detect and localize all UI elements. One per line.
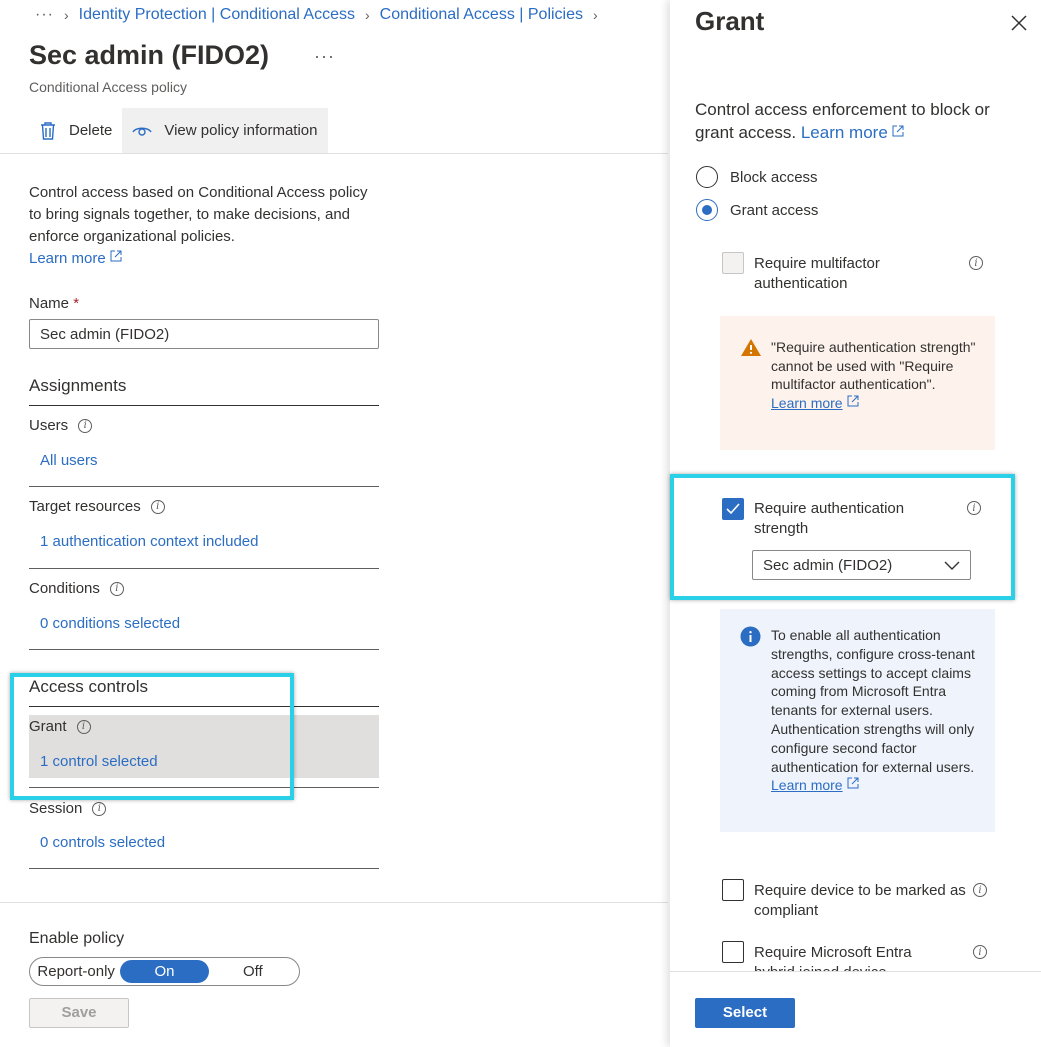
name-label: Name *: [29, 295, 79, 312]
breadcrumb: ··· › Identity Protection | Conditional …: [35, 6, 608, 24]
target-resources-divider: [29, 568, 379, 569]
external-link-icon: [847, 395, 859, 406]
panel-title: Grant: [695, 6, 765, 36]
warning-learn-more-link[interactable]: Learn more: [771, 395, 859, 411]
view-policy-information-button[interactable]: View policy information: [122, 108, 328, 153]
users-label: Users i: [29, 417, 93, 434]
warning-learn-more-label: Learn more: [771, 394, 843, 411]
session-label-text: Session: [29, 800, 83, 817]
info-icon[interactable]: i: [92, 801, 107, 816]
breadcrumb-ellipsis[interactable]: ···: [35, 6, 54, 24]
intro-text-block: Control access based on Conditional Acce…: [29, 182, 369, 270]
intro-learn-more-label: Learn more: [29, 250, 106, 267]
breadcrumb-item-policies[interactable]: Conditional Access | Policies: [380, 6, 583, 24]
command-bar: Delete View policy information: [29, 108, 328, 153]
delete-button[interactable]: Delete: [29, 108, 122, 153]
policy-pane: ··· › Identity Protection | Conditional …: [0, 0, 668, 1047]
auth-strength-highlight: [670, 474, 1015, 600]
panel-learn-more-label: Learn more: [800, 123, 888, 142]
require-hybrid-label: Require Microsoft Entra hybrid joined de…: [754, 944, 912, 971]
delete-label: Delete: [69, 122, 113, 139]
close-icon[interactable]: [1008, 12, 1030, 34]
save-button[interactable]: Save: [29, 998, 129, 1028]
info-message: To enable all authentication strengths, …: [720, 609, 995, 832]
info-icon[interactable]: i: [973, 883, 987, 897]
users-divider: [29, 486, 379, 487]
conditions-label: Conditions i: [29, 580, 124, 597]
intro-text: Control access based on Conditional Acce…: [29, 184, 368, 245]
assignments-divider: [29, 405, 379, 406]
eye-icon: [132, 127, 152, 136]
conditions-divider: [29, 649, 379, 650]
users-label-text: Users: [29, 417, 69, 434]
toggle-off[interactable]: Off: [209, 960, 297, 983]
warning-text-block: "Require authentication strength" cannot…: [771, 338, 981, 412]
intro-learn-more-link[interactable]: Learn more: [29, 250, 122, 267]
access-controls-highlight: [10, 673, 294, 800]
target-resources-label: Target resources i: [29, 498, 165, 515]
conditions-label-text: Conditions: [29, 580, 100, 597]
radio-unchecked[interactable]: [696, 166, 718, 188]
info-icon[interactable]: i: [109, 581, 124, 596]
required-mark: *: [73, 295, 80, 312]
info-learn-more-link[interactable]: Learn more: [771, 777, 859, 793]
require-compliant-checkbox[interactable]: [722, 879, 744, 901]
grant-access-label: Grant access: [730, 201, 819, 219]
enable-policy-toggle[interactable]: Report-only On Off: [29, 957, 300, 986]
breadcrumb-item-identity-protection[interactable]: Identity Protection | Conditional Access: [79, 6, 355, 24]
require-mfa-checkbox[interactable]: [722, 252, 744, 274]
info-filled-icon: [740, 626, 761, 647]
require-hybrid-checkbox[interactable]: [722, 941, 744, 963]
chevron-right-icon: ›: [593, 7, 598, 23]
external-link-icon: [847, 777, 859, 789]
enable-policy-label: Enable policy: [29, 930, 125, 947]
info-icon[interactable]: i: [150, 499, 165, 514]
info-text: To enable all authentication strengths, …: [771, 627, 975, 775]
grant-access-radio[interactable]: Grant access: [696, 199, 818, 221]
warning-message: "Require authentication strength" cannot…: [720, 316, 995, 450]
target-resources-label-text: Target resources: [29, 498, 141, 515]
session-value-link[interactable]: 0 controls selected: [40, 834, 165, 851]
external-link-icon: [892, 125, 904, 137]
view-policy-information-label: View policy information: [164, 122, 318, 139]
footer-divider: [0, 902, 668, 903]
info-text-block: To enable all authentication strengths, …: [771, 626, 981, 795]
chevron-right-icon: ›: [364, 7, 370, 23]
page-title: Sec admin (FIDO2): [29, 40, 270, 70]
warning-text: "Require authentication strength" cannot…: [771, 339, 976, 392]
session-divider: [29, 868, 379, 869]
assignments-heading: Assignments: [29, 376, 127, 395]
info-icon[interactable]: i: [969, 256, 983, 270]
panel-description: Control access enforcement to block or g…: [695, 98, 1015, 144]
block-access-label: Block access: [730, 168, 818, 186]
scroll-clip: Require Microsoft Entra hybrid joined de…: [670, 940, 1041, 971]
toggle-on[interactable]: On: [120, 960, 209, 983]
panel-learn-more-link[interactable]: Learn more: [801, 123, 904, 142]
toggle-report-only[interactable]: Report-only: [32, 960, 120, 983]
session-label: Session i: [29, 800, 107, 817]
more-options-button[interactable]: ···: [314, 46, 335, 67]
panel-footer-divider: [670, 971, 1041, 972]
radio-checked[interactable]: [696, 199, 718, 221]
conditions-value-link[interactable]: 0 conditions selected: [40, 615, 180, 632]
name-input[interactable]: [29, 319, 379, 349]
info-learn-more-label: Learn more: [771, 777, 843, 794]
target-resources-value-link[interactable]: 1 authentication context included: [40, 533, 259, 550]
command-bar-divider: [0, 153, 668, 154]
trash-icon: [41, 121, 55, 140]
select-button[interactable]: Select: [695, 998, 795, 1028]
require-compliant-label: Require device to be marked as compliant: [754, 882, 966, 919]
warning-icon: [741, 339, 761, 356]
page-subtitle: Conditional Access policy: [29, 79, 187, 95]
grant-panel: Grant Control access enforcement to bloc…: [670, 0, 1041, 1047]
info-icon[interactable]: i: [78, 418, 93, 433]
chevron-right-icon: ›: [63, 7, 69, 23]
info-icon[interactable]: i: [973, 945, 987, 959]
require-mfa-label: Require multifactor authentication: [754, 255, 880, 292]
block-access-radio[interactable]: Block access: [696, 166, 818, 188]
users-value-link[interactable]: All users: [40, 452, 98, 469]
name-label-text: Name: [29, 295, 70, 312]
external-link-icon: [110, 250, 122, 262]
